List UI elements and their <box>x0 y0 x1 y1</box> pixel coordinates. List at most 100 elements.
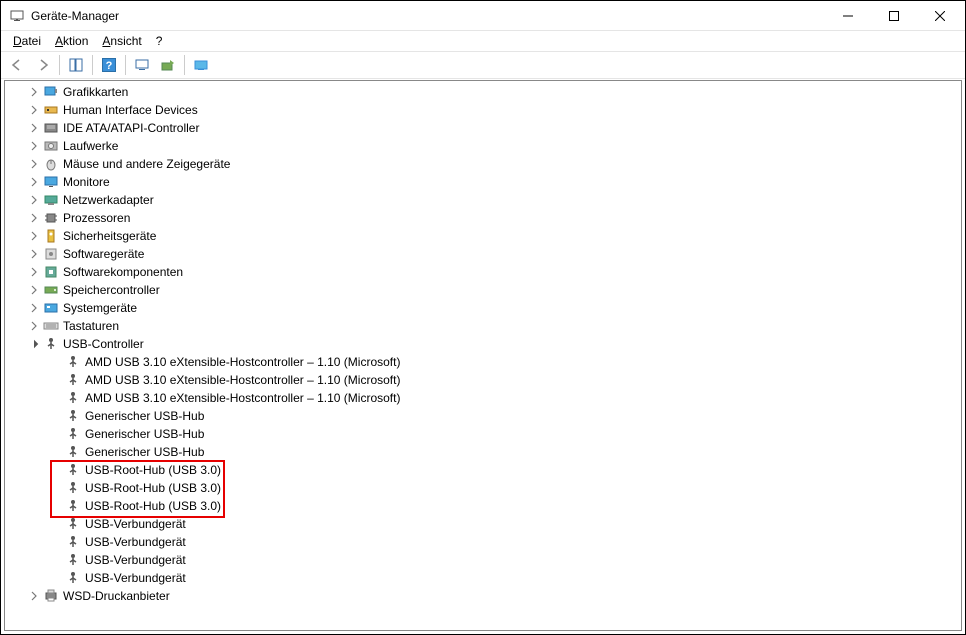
minimize-button[interactable] <box>825 1 871 30</box>
category-node-usb[interactable]: USB-Controller <box>5 335 961 353</box>
update-driver-button[interactable] <box>156 54 180 76</box>
device-node[interactable]: Generischer USB-Hub <box>5 425 961 443</box>
expand-icon[interactable] <box>27 157 41 171</box>
properties-button[interactable] <box>189 54 213 76</box>
device-node[interactable]: USB-Root-Hub (USB 3.0) <box>5 497 961 515</box>
expand-icon[interactable] <box>27 139 41 153</box>
expand-icon[interactable] <box>27 121 41 135</box>
category-node[interactable]: Laufwerke <box>5 137 961 155</box>
usb-icon <box>65 552 81 568</box>
monitor-icon <box>43 174 59 190</box>
device-node[interactable]: AMD USB 3.10 eXtensible-Hostcontroller –… <box>5 371 961 389</box>
category-node[interactable]: WSD-Druckanbieter <box>5 587 961 605</box>
device-node[interactable]: USB-Root-Hub (USB 3.0) <box>5 461 961 479</box>
expand-placeholder <box>49 571 63 585</box>
category-node[interactable]: Grafikkarten <box>5 83 961 101</box>
maximize-button[interactable] <box>871 1 917 30</box>
menu-file[interactable]: Datei <box>7 33 47 49</box>
expand-icon[interactable] <box>27 319 41 333</box>
usb-icon <box>65 354 81 370</box>
category-label: Monitore <box>63 175 110 189</box>
device-node[interactable]: AMD USB 3.10 eXtensible-Hostcontroller –… <box>5 389 961 407</box>
usb-icon <box>65 426 81 442</box>
device-tree[interactable]: Grafikkarten Human Interface Devices IDE… <box>4 80 962 631</box>
device-label: Generischer USB-Hub <box>85 409 204 423</box>
menu-help[interactable]: ? <box>150 33 169 49</box>
category-label: Systemgeräte <box>63 301 137 315</box>
expand-icon[interactable] <box>27 229 41 243</box>
expand-icon[interactable] <box>27 103 41 117</box>
device-node[interactable]: USB-Verbundgerät <box>5 533 961 551</box>
device-node[interactable]: USB-Root-Hub (USB 3.0) <box>5 479 961 497</box>
disk-icon <box>43 138 59 154</box>
device-node[interactable]: Generischer USB-Hub <box>5 407 961 425</box>
scan-hardware-button[interactable] <box>130 54 154 76</box>
software-icon <box>43 246 59 262</box>
category-label: USB-Controller <box>63 337 144 351</box>
menu-action[interactable]: Aktion <box>49 33 94 49</box>
show-hide-tree-button[interactable] <box>64 54 88 76</box>
device-node[interactable]: USB-Verbundgerät <box>5 515 961 533</box>
device-node[interactable]: Generischer USB-Hub <box>5 443 961 461</box>
category-node[interactable]: Mäuse und andere Zeigegeräte <box>5 155 961 173</box>
usb-icon <box>43 336 59 352</box>
expand-icon[interactable] <box>27 193 41 207</box>
display-adapter-icon <box>43 84 59 100</box>
category-node[interactable]: Speichercontroller <box>5 281 961 299</box>
expand-icon[interactable] <box>27 85 41 99</box>
expand-placeholder <box>49 409 63 423</box>
usb-icon <box>65 480 81 496</box>
menu-view[interactable]: Ansicht <box>96 33 147 49</box>
system-icon <box>43 300 59 316</box>
expand-placeholder <box>49 553 63 567</box>
toolbar-divider <box>92 55 93 75</box>
category-node[interactable]: Tastaturen <box>5 317 961 335</box>
category-node[interactable]: Netzwerkadapter <box>5 191 961 209</box>
ide-icon <box>43 120 59 136</box>
category-node[interactable]: Softwaregeräte <box>5 245 961 263</box>
device-node[interactable]: USB-Verbundgerät <box>5 569 961 587</box>
category-node[interactable]: Softwarekomponenten <box>5 263 961 281</box>
close-button[interactable] <box>917 1 963 30</box>
category-node[interactable]: Human Interface Devices <box>5 101 961 119</box>
category-node[interactable]: Monitore <box>5 173 961 191</box>
component-icon <box>43 264 59 280</box>
hid-icon <box>43 102 59 118</box>
collapse-icon[interactable] <box>27 337 41 351</box>
usb-icon <box>65 444 81 460</box>
keyboard-icon <box>43 318 59 334</box>
expand-icon[interactable] <box>27 265 41 279</box>
mouse-icon <box>43 156 59 172</box>
title-bar: Geräte-Manager <box>1 1 965 31</box>
category-node[interactable]: IDE ATA/ATAPI-Controller <box>5 119 961 137</box>
window-title: Geräte-Manager <box>31 9 825 23</box>
help-button[interactable]: ? <box>97 54 121 76</box>
device-label: USB-Root-Hub (USB 3.0) <box>85 463 221 477</box>
svg-text:?: ? <box>106 60 113 72</box>
expand-icon[interactable] <box>27 301 41 315</box>
device-node[interactable]: USB-Verbundgerät <box>5 551 961 569</box>
category-node[interactable]: Prozessoren <box>5 209 961 227</box>
category-node[interactable]: Sicherheitsgeräte <box>5 227 961 245</box>
forward-button[interactable] <box>31 54 55 76</box>
category-label: Human Interface Devices <box>63 103 198 117</box>
storage-icon <box>43 282 59 298</box>
expand-placeholder <box>49 355 63 369</box>
expand-icon[interactable] <box>27 589 41 603</box>
device-label: AMD USB 3.10 eXtensible-Hostcontroller –… <box>85 355 400 369</box>
network-icon <box>43 192 59 208</box>
usb-icon <box>65 570 81 586</box>
category-node[interactable]: Systemgeräte <box>5 299 961 317</box>
category-label: Prozessoren <box>63 211 130 225</box>
category-label: IDE ATA/ATAPI-Controller <box>63 121 199 135</box>
expand-icon[interactable] <box>27 175 41 189</box>
device-label: AMD USB 3.10 eXtensible-Hostcontroller –… <box>85 391 400 405</box>
back-button[interactable] <box>5 54 29 76</box>
device-label: Generischer USB-Hub <box>85 427 204 441</box>
toolbar-divider <box>125 55 126 75</box>
window-controls <box>825 1 963 30</box>
device-node[interactable]: AMD USB 3.10 eXtensible-Hostcontroller –… <box>5 353 961 371</box>
expand-icon[interactable] <box>27 211 41 225</box>
expand-icon[interactable] <box>27 247 41 261</box>
expand-icon[interactable] <box>27 283 41 297</box>
